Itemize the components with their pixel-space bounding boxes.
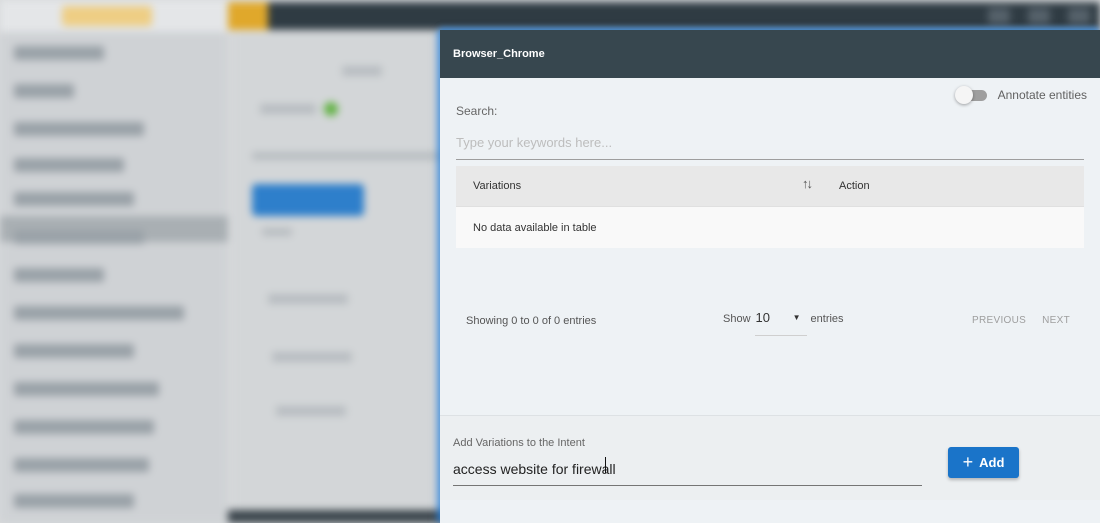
background-sidebar xyxy=(0,32,228,523)
annotate-entities-toggle[interactable]: Annotate entities xyxy=(954,86,1087,104)
background-header xyxy=(228,2,1100,30)
next-page-button[interactable]: NEXT xyxy=(1042,315,1070,326)
variation-input[interactable] xyxy=(453,453,922,486)
background-topbar xyxy=(0,0,1100,32)
previous-page-button[interactable]: PREVIOUS xyxy=(972,315,1026,326)
page-length-select[interactable]: 10 ▼ xyxy=(754,310,807,336)
column-header-variations[interactable]: Variations xyxy=(473,180,521,192)
page-length-prefix: Show xyxy=(723,313,751,325)
sort-icon[interactable]: ↑↓ xyxy=(802,176,813,191)
modal-body: Annotate entities Search: Variations ↑↓ … xyxy=(440,78,1100,415)
toggle-knob xyxy=(954,86,973,104)
variations-table: Variations ↑↓ Action No data available i… xyxy=(456,166,1084,248)
empty-table-message: No data available in table xyxy=(473,222,597,234)
plus-icon: + xyxy=(962,451,974,472)
search-input[interactable] xyxy=(456,126,1084,160)
page-length-suffix: entries xyxy=(810,313,844,325)
add-variation-label: Add Variations to the Intent xyxy=(453,437,585,449)
table-info: Showing 0 to 0 of 0 entries xyxy=(466,315,597,327)
page-length-value: 10 xyxy=(755,310,770,325)
add-variation-panel: Add Variations to the Intent + Add xyxy=(440,415,1100,500)
pagination: PREVIOUS NEXT xyxy=(972,315,1070,326)
toggle-switch[interactable] xyxy=(954,86,987,104)
background-bottombar xyxy=(228,510,448,523)
text-cursor xyxy=(605,457,606,473)
search-label: Search: xyxy=(456,104,498,118)
annotate-entities-label: Annotate entities xyxy=(997,88,1087,102)
variations-modal: Browser_Chrome Annotate entities Search:… xyxy=(440,30,1100,523)
add-button-label: Add xyxy=(979,455,1005,470)
modal-header: Browser_Chrome xyxy=(440,30,1100,78)
modal-title: Browser_Chrome xyxy=(453,48,545,60)
caret-down-icon: ▼ xyxy=(792,313,801,322)
background-logo xyxy=(62,6,152,26)
page-length-control: Show 10 ▼ entries xyxy=(723,310,844,336)
table-row-empty: No data available in table xyxy=(456,206,1084,248)
table-header: Variations ↑↓ Action xyxy=(456,166,1084,206)
column-header-action: Action xyxy=(839,180,870,192)
add-button[interactable]: + Add xyxy=(948,447,1019,478)
